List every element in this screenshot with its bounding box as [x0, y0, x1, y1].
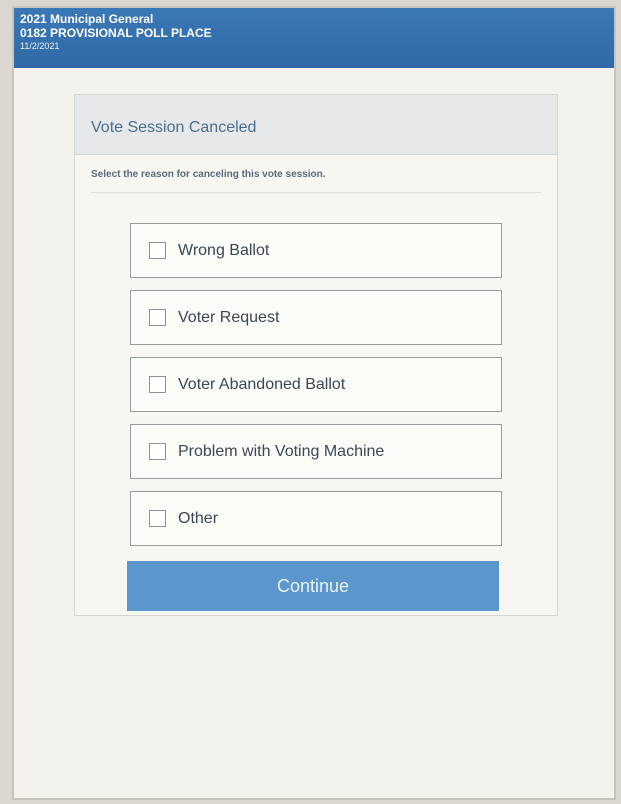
checkbox-problem-with-voting-machine[interactable]	[149, 443, 166, 460]
checkbox-voter-request[interactable]	[149, 309, 166, 326]
dialog-instruction: Select the reason for canceling this vot…	[91, 169, 541, 193]
option-label: Problem with Voting Machine	[178, 442, 385, 460]
option-label: Other	[178, 509, 219, 527]
option-problem-with-voting-machine[interactable]: Problem with Voting Machine	[130, 424, 502, 479]
election-header: 2021 Municipal General 0182 PROVISIONAL …	[14, 8, 614, 68]
option-label: Voter Request	[178, 308, 280, 326]
poll-place-name: 0182 PROVISIONAL POLL PLACE	[20, 26, 212, 40]
option-label: Voter Abandoned Ballot	[178, 375, 346, 393]
option-label: Wrong Ballot	[178, 241, 270, 259]
checkbox-voter-abandoned-ballot[interactable]	[149, 376, 166, 393]
option-other[interactable]: Other	[130, 491, 502, 546]
option-voter-abandoned-ballot[interactable]: Voter Abandoned Ballot	[130, 357, 502, 412]
option-wrong-ballot[interactable]: Wrong Ballot	[130, 223, 502, 278]
checkbox-other[interactable]	[149, 510, 166, 527]
election-name: 2021 Municipal General	[20, 12, 154, 26]
dialog-title: Vote Session Canceled	[75, 95, 557, 155]
reason-options: Wrong Ballot Voter Request Voter Abandon…	[130, 223, 502, 558]
option-voter-request[interactable]: Voter Request	[130, 290, 502, 345]
checkbox-wrong-ballot[interactable]	[149, 242, 166, 259]
continue-button[interactable]: Continue	[127, 561, 499, 611]
device-screen: 2021 Municipal General 0182 PROVISIONAL …	[14, 8, 614, 798]
cancel-session-dialog: Vote Session Canceled Select the reason …	[74, 94, 558, 616]
election-date: 11/2/2021	[20, 41, 60, 51]
